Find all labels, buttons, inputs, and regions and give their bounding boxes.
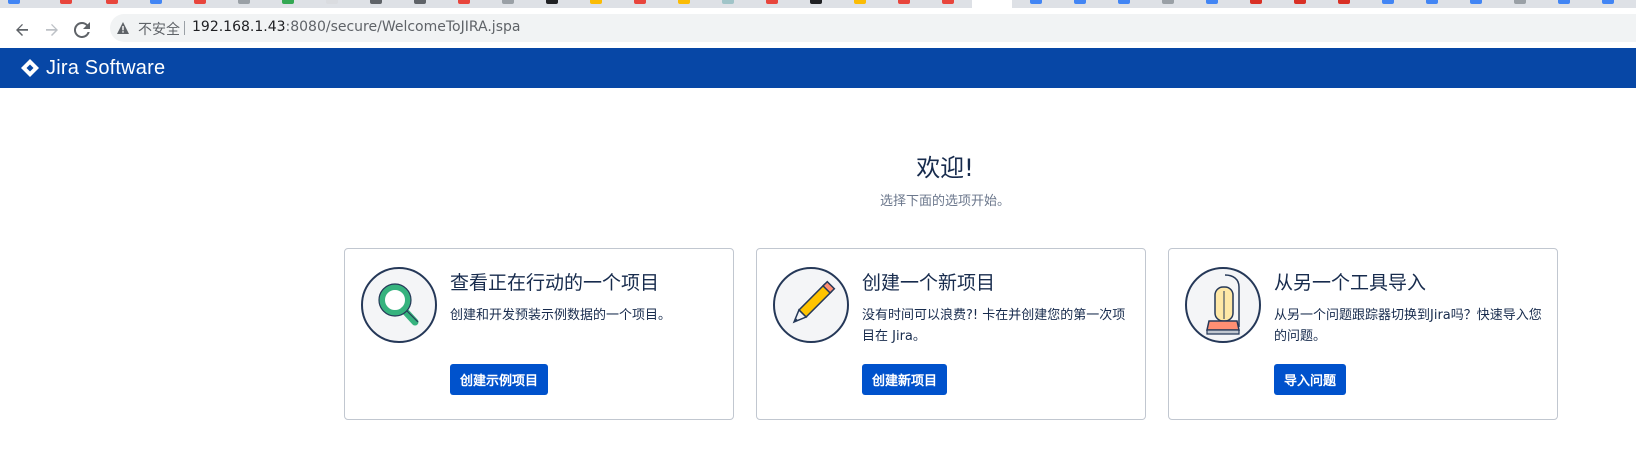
card-description: 没有时间可以浪费?! 卡在并创建您的第一次项目在 Jira。 xyxy=(862,308,1126,344)
card-icon-frame xyxy=(1185,267,1261,343)
browser-tab[interactable] xyxy=(142,0,178,8)
address-bar[interactable]: 不安全 192.168.1.43:8080/secure/WelcomeToJI… xyxy=(110,14,1636,42)
jira-logo[interactable]: Jira Software xyxy=(20,57,165,79)
browser-tab[interactable] xyxy=(1506,0,1542,8)
back-button[interactable] xyxy=(10,18,34,42)
create-sample-project-button[interactable]: 创建示例项目 xyxy=(450,364,549,395)
browser-tab[interactable] xyxy=(1242,0,1278,8)
browser-tab[interactable] xyxy=(1286,0,1322,8)
brand-name: Jira Software xyxy=(46,56,166,79)
reload-button[interactable] xyxy=(70,18,94,42)
browser-tab[interactable] xyxy=(52,0,88,8)
import-issues-button[interactable]: 导入问题 xyxy=(1274,364,1347,395)
card-icon-frame xyxy=(361,267,437,343)
browser-tab[interactable] xyxy=(450,0,486,8)
browser-tab[interactable] xyxy=(714,0,750,8)
arrow-right-icon xyxy=(46,24,58,36)
jira-header: Jira Software xyxy=(0,48,1636,88)
card-title: 创建一个新项目 xyxy=(862,272,996,294)
insecure-label: 不安全 xyxy=(138,22,180,38)
welcome-title: 欢迎! xyxy=(916,154,974,182)
pencil-icon xyxy=(792,280,836,324)
url-host: 192.168.1.43 xyxy=(192,19,286,35)
browser-tab[interactable] xyxy=(1154,0,1190,8)
card-sample-project: 查看正在行动的一个项目 创建和开发预装示例数据的一个项目。 创建示例项目 xyxy=(344,248,734,420)
card-import: 从另一个工具导入 从另一个问题跟踪器切换到Jira吗？快速导入您的问题。 导入问… xyxy=(1168,248,1558,420)
browser-tab[interactable] xyxy=(1110,0,1146,8)
card-title: 查看正在行动的一个项目 xyxy=(450,272,660,294)
url-path: :8080/secure/WelcomeToJIRA.jspa xyxy=(285,19,521,35)
card-new-project: 创建一个新项目 没有时间可以浪费?! 卡在并创建您的第一次项目在 Jira。 创… xyxy=(756,248,1146,420)
welcome-subtitle: 选择下面的选项开始。 xyxy=(879,194,1010,209)
browser-tab[interactable] xyxy=(538,0,574,8)
vacuum-icon xyxy=(1206,274,1240,335)
browser-tab[interactable] xyxy=(494,0,530,8)
warning-icon xyxy=(117,22,129,34)
browser-tab[interactable] xyxy=(890,0,926,8)
forward-button[interactable] xyxy=(40,18,64,42)
browser-tab-strip xyxy=(0,0,1636,8)
browser-tab[interactable] xyxy=(1550,0,1586,8)
browser-tab[interactable] xyxy=(1198,0,1234,8)
browser-tab[interactable] xyxy=(98,0,134,8)
browser-tab[interactable] xyxy=(802,0,838,8)
browser-tab[interactable] xyxy=(758,0,794,8)
browser-tab[interactable] xyxy=(1374,0,1410,8)
browser-tab[interactable] xyxy=(1462,0,1498,8)
card-icon-frame xyxy=(773,267,849,343)
card-description: 创建和开发预装示例数据的一个项目。 xyxy=(450,308,672,323)
browser-tab[interactable] xyxy=(670,0,706,8)
browser-tab[interactable] xyxy=(1418,0,1454,8)
card-description: 从另一个问题跟踪器切换到Jira吗？快速导入您的问题。 xyxy=(1274,308,1542,344)
card-title: 从另一个工具导入 xyxy=(1274,272,1427,294)
browser-tab[interactable] xyxy=(1330,0,1366,8)
jira-diamond-icon xyxy=(21,59,39,77)
url-text: 192.168.1.43:8080/secure/WelcomeToJIRA.j… xyxy=(192,19,520,35)
browser-tab[interactable] xyxy=(230,0,266,8)
browser-tab[interactable] xyxy=(274,0,310,8)
browser-tab[interactable] xyxy=(318,0,354,8)
browser-tab[interactable] xyxy=(626,0,662,8)
browser-tab[interactable] xyxy=(1594,0,1630,8)
browser-tab-active[interactable] xyxy=(972,0,1012,8)
browser-tab[interactable] xyxy=(1066,0,1102,8)
arrow-left-icon xyxy=(16,24,28,36)
address-separator xyxy=(184,21,185,35)
browser-tab[interactable] xyxy=(186,0,222,8)
browser-tab[interactable] xyxy=(846,0,882,8)
create-new-project-button[interactable]: 创建新项目 xyxy=(862,364,948,395)
reload-icon xyxy=(74,22,90,38)
browser-tab[interactable] xyxy=(362,0,398,8)
browser-tab[interactable] xyxy=(934,0,970,8)
browser-tab[interactable] xyxy=(582,0,618,8)
browser-toolbar: 不安全 192.168.1.43:8080/secure/WelcomeToJI… xyxy=(0,8,1636,49)
browser-tab[interactable] xyxy=(406,0,442,8)
magnifier-icon xyxy=(378,283,419,326)
browser-tab[interactable] xyxy=(0,0,36,8)
browser-tab[interactable] xyxy=(1022,0,1058,8)
